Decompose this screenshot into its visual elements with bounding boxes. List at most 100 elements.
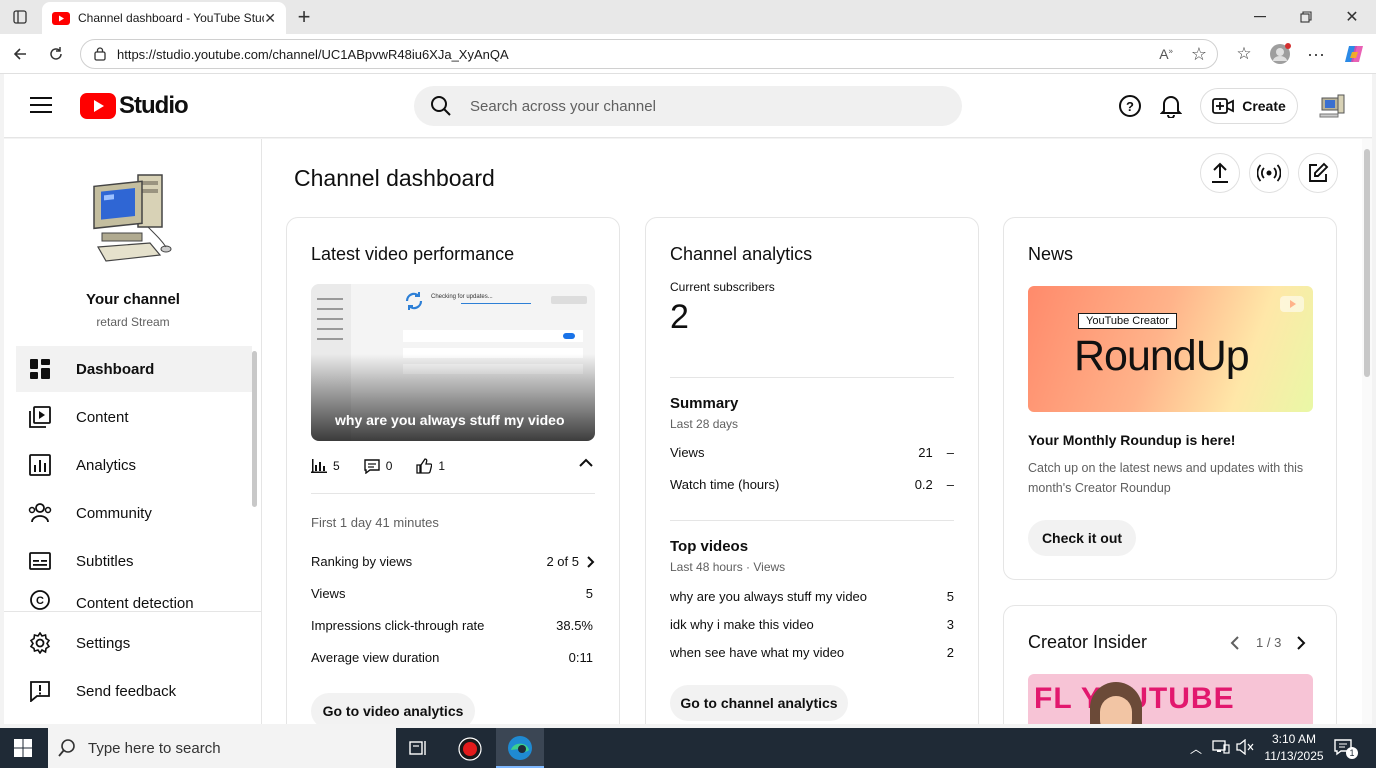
search-icon[interactable] [430,95,452,117]
edge-taskbar-button[interactable] [496,728,544,768]
more-menu-icon[interactable]: ··· [1302,40,1330,68]
sidebar: Your channel retard Stream Dashboard Con… [4,139,262,724]
notification-center-icon[interactable]: 1 [1334,738,1358,759]
back-icon[interactable] [6,40,34,68]
read-aloud-icon[interactable]: A» [1159,46,1173,62]
gear-icon [28,631,52,655]
channel-analytics-heading: Channel analytics [670,244,813,264]
chevron-left-icon[interactable] [1230,636,1240,650]
task-view-icon[interactable] [408,738,428,758]
studio-logo-text: Studio [119,92,189,119]
sidebar-item-community[interactable]: Community [16,490,252,536]
news-title: Your Monthly Roundup is here! [1028,432,1236,448]
youtube-logo-icon [80,93,116,119]
sidebar-item-label: Community [76,504,152,522]
news-banner-image[interactable]: YouTube Creator RoundUp [1028,286,1313,412]
close-tab-icon[interactable]: ✕ [264,10,276,27]
top-video-row[interactable]: when see have what my video 2 [670,645,954,660]
browser-tab-active[interactable]: Channel dashboard - YouTube Studio ✕ [42,2,286,34]
system-clock[interactable]: 3:10 AM 11/13/2025 [1258,731,1330,765]
taskbar-search-input[interactable]: Type here to search [48,728,396,768]
profile-avatar-icon[interactable] [1266,40,1294,68]
go-live-button[interactable] [1249,153,1289,193]
help-icon[interactable]: ? [1118,94,1142,118]
channel-title[interactable]: Your channel [4,291,262,308]
new-tab-icon[interactable]: + [290,3,318,31]
screen-recorder-icon[interactable] [458,737,482,761]
upload-videos-button[interactable] [1200,153,1240,193]
row-value: 2 of 5 [546,554,579,569]
go-to-video-analytics-button[interactable]: Go to video analytics [311,693,475,724]
top-video-row[interactable]: why are you always stuff my video 5 [670,589,954,604]
banner-title: RoundUp [1074,332,1250,380]
sidebar-item-label: Content detection [76,595,194,612]
close-window-icon[interactable]: ✕ [1338,3,1366,31]
community-icon [28,501,52,525]
news-heading: News [1028,244,1074,264]
video-thumbnail[interactable]: Checking for updates... why are you alwa… [311,284,595,441]
analytics-icon [28,453,52,477]
sidebar-item-content[interactable]: Content [16,394,252,440]
summary-period: Last 28 days [670,417,739,431]
page-scrollbar-track[interactable] [1362,139,1372,724]
channel-avatar[interactable] [88,167,178,267]
ranking-row[interactable]: Ranking by views 2 of 5 [311,554,595,569]
latest-video-card: Latest video performance Checking for up… [286,217,620,724]
bar-chart-icon [311,459,327,473]
volume-muted-icon[interactable] [1236,739,1254,755]
sidebar-item-label: Settings [76,634,131,652]
restore-icon[interactable] [1292,3,1320,31]
url-text: https://studio.youtube.com/channel/UC1AB… [117,46,509,62]
top-videos-title: Top videos [670,538,749,555]
row-value: 5 [585,586,593,601]
card-divider [311,493,595,494]
network-icon[interactable] [1212,739,1230,755]
reload-icon[interactable] [42,40,70,68]
row-label: Average view duration [311,650,440,665]
sidebar-item-send-feedback[interactable]: Send feedback [16,668,252,714]
trend-dash: – [946,477,954,492]
minimize-icon[interactable] [1246,3,1274,31]
creator-insider-thumbnail[interactable]: FL YOUTUBE [1028,674,1313,724]
taskbar-search-placeholder: Type here to search [88,739,221,757]
subscribers-count: 2 [670,298,689,336]
create-post-button[interactable] [1298,153,1338,193]
sidebar-item-settings[interactable]: Settings [16,620,252,666]
card-divider [670,520,954,521]
row-label: why are you always stuff my video [670,589,868,604]
create-button[interactable]: Create [1200,88,1298,124]
collapse-chevron-up-icon[interactable] [579,458,593,468]
favorites-icon[interactable]: ☆ [1230,40,1258,68]
edit-pencil-icon [1309,162,1329,182]
windows-start-icon[interactable] [14,739,32,757]
url-field[interactable]: https://studio.youtube.com/channel/UC1AB… [80,39,1218,69]
row-value: 0:11 [568,650,593,665]
site-info-icon[interactable] [93,47,107,61]
creator-insider-card: Creator Insider 1 / 3 FL YOUTUBE [1003,605,1337,724]
chevron-right-icon[interactable] [1296,636,1306,650]
page-scrollbar-thumb[interactable] [1364,149,1370,377]
create-video-icon [1212,98,1235,114]
thumbnail-caption: Checking for updates... [431,294,493,300]
search-input[interactable]: Search across your channel [414,86,962,126]
top-video-row[interactable]: idk why i make this video 3 [670,617,954,632]
show-hidden-icons-chevron-icon[interactable]: ︿ [1190,740,1202,757]
banner-tag: YouTube Creator [1078,313,1177,329]
feedback-icon [28,679,52,703]
row-label: when see have what my video [670,645,845,660]
comments-count: 0 [385,459,393,473]
sidebar-scrollbar[interactable] [252,351,257,507]
sidebar-item-content-detection[interactable]: C Content detection [16,586,252,612]
account-avatar[interactable] [1318,92,1346,120]
sidebar-item-subtitles[interactable]: Subtitles [16,538,252,584]
studio-logo[interactable]: Studio [80,92,189,120]
go-to-channel-analytics-button[interactable]: Go to channel analytics [670,685,848,721]
tab-actions-icon[interactable] [6,3,34,31]
favorite-star-icon[interactable]: ☆ [1191,44,1207,65]
sidebar-item-analytics[interactable]: Analytics [16,442,252,488]
check-it-out-button[interactable]: Check it out [1028,520,1136,556]
copilot-icon[interactable] [1340,40,1368,68]
menu-hamburger-icon[interactable] [30,96,52,114]
notifications-bell-icon[interactable] [1160,94,1182,118]
sidebar-item-dashboard[interactable]: Dashboard [16,346,252,392]
